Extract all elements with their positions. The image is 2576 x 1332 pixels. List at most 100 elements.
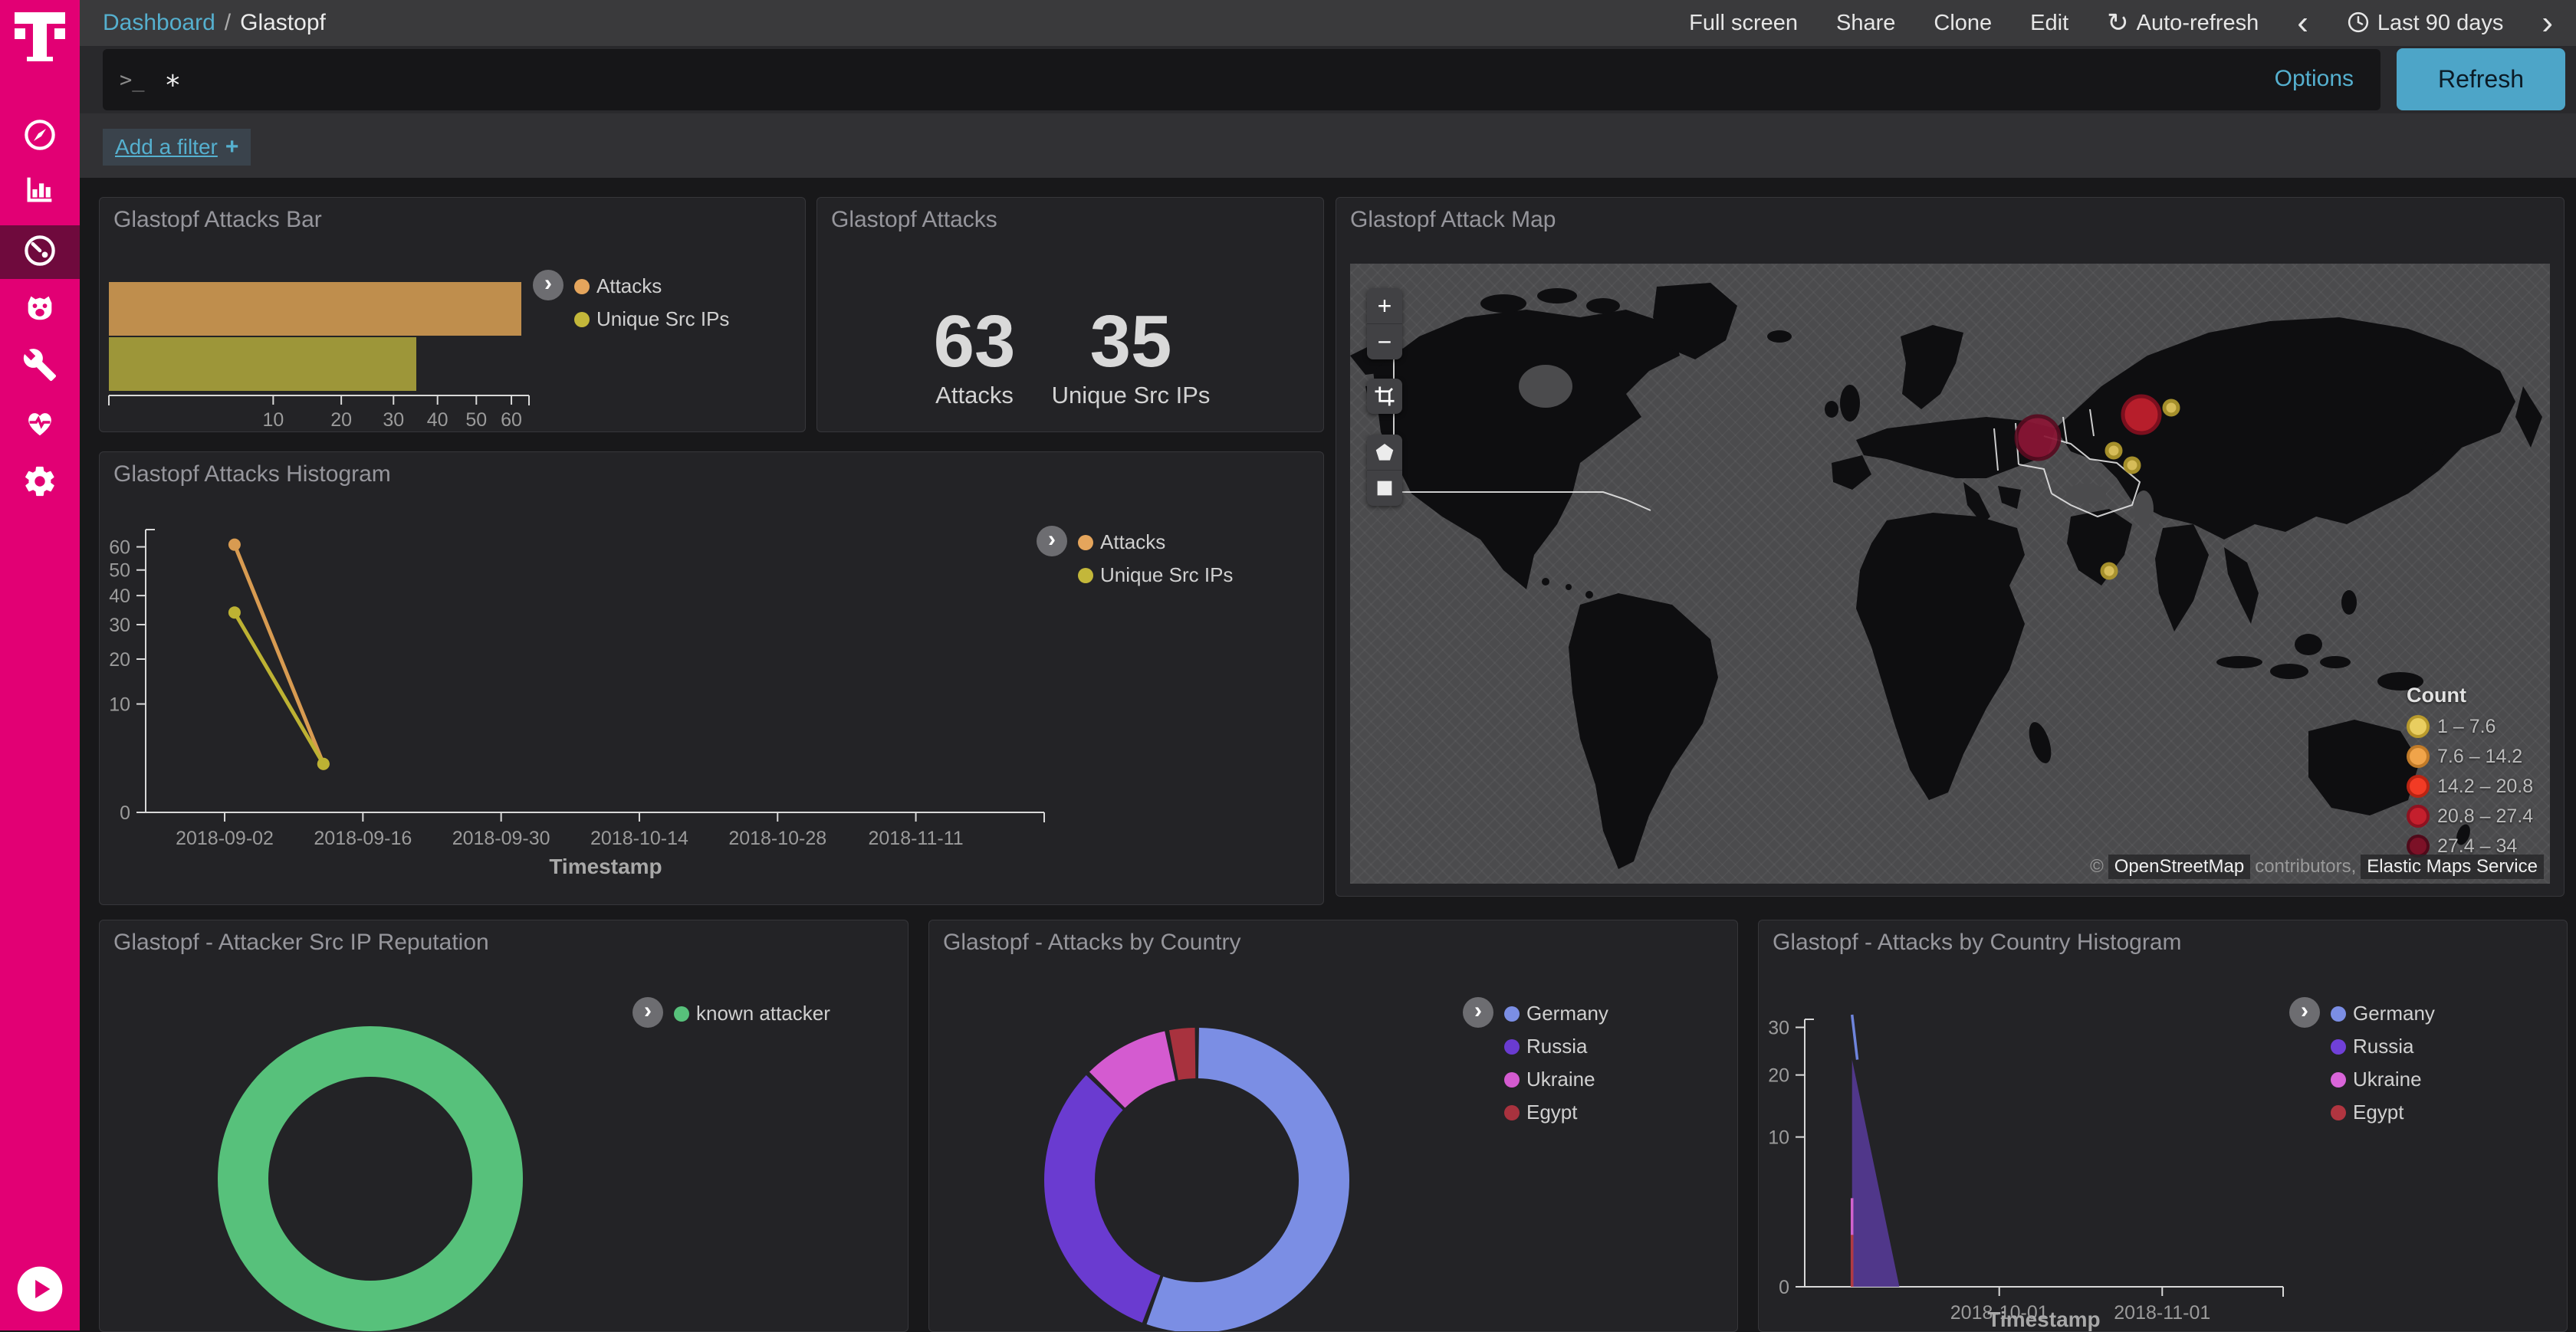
svg-text:40: 40 [427,409,449,431]
legend-item-egypt[interactable]: Egypt [1504,1101,1608,1124]
sidebar-item-timelion[interactable] [0,282,80,336]
svg-text:50: 50 [465,409,487,431]
map-zoom-controls: + − [1367,288,1402,359]
map-legend-dot [2407,805,2430,828]
svg-text:0: 0 [1779,1277,1789,1298]
country-donut-chart[interactable] [929,920,1737,1331]
query-prompt-icon: >_ [120,68,145,92]
legend-expand-chevron-icon[interactable]: › [632,997,663,1028]
legend-label: Ukraine [1526,1068,1595,1091]
svg-text:2018-11-01: 2018-11-01 [2114,1302,2210,1324]
sidebar-item-dashboard[interactable] [0,225,80,279]
legend-item-attacks[interactable]: Attacks [1078,530,1233,554]
breadcrumb-dashboard-link[interactable]: Dashboard [103,10,215,36]
polygon-icon[interactable] [1367,435,1402,470]
sidebar-item-management[interactable] [0,456,80,510]
time-forward-button[interactable]: › [2542,11,2553,34]
query-options-link[interactable]: Options [2275,66,2354,92]
legend-color-dot [1504,1072,1520,1088]
legend-item-germany[interactable]: Germany [1504,1002,1608,1025]
svg-text:20: 20 [1768,1065,1789,1087]
svg-text:2018-09-16: 2018-09-16 [314,828,412,849]
filter-bar: Add a filter + [80,113,2576,178]
svg-text:50: 50 [109,560,130,582]
crop-icon[interactable] [1367,379,1402,414]
query-bar: >_ * Options Refresh [80,46,2576,113]
openstreetmap-link[interactable]: OpenStreetMap [2108,855,2250,879]
metric-attacks: 63Attacks [934,305,1016,409]
legend-expand-chevron-icon[interactable]: › [533,270,564,300]
compass-icon [22,117,58,156]
legend-item-russia[interactable]: Russia [2331,1035,2435,1058]
telekom-t-logo [15,12,65,66]
search-input[interactable]: >_ * [103,49,2380,110]
sidebar-item-visualize[interactable] [0,164,80,218]
rectangle-icon[interactable] [1367,470,1402,506]
add-filter-button[interactable]: Add a filter + [103,129,251,166]
svg-text:40: 40 [109,586,130,607]
svg-text:60: 60 [109,537,130,559]
sidebar-item-monitoring[interactable] [0,397,80,451]
sidebar-item-discover[interactable] [0,110,80,163]
legend-expand-chevron-icon[interactable]: › [1463,997,1493,1028]
legend-item-known-attacker[interactable]: known attacker [674,1002,830,1025]
world-map[interactable]: + − Count 1 – 7.67.6 – 14.214.2 – 20.820… [1350,264,2550,884]
time-range-picker[interactable]: Last 90 days [2347,11,2503,36]
zoom-in-button[interactable]: + [1367,288,1402,323]
edit-button[interactable]: Edit [2030,11,2068,36]
legend-color-dot [1504,1105,1520,1120]
legend-color-dot [2331,1105,2346,1120]
legend-item-ukraine[interactable]: Ukraine [2331,1068,2435,1091]
legend-item-germany[interactable]: Germany [2331,1002,2435,1025]
map-legend-dot [2407,775,2430,798]
legend-label: Germany [2353,1002,2435,1025]
attacks-line-chart[interactable]: 01020304050602018-09-022018-09-162018-09… [100,452,1323,904]
map-legend-range: 20.8 – 27.4 [2407,805,2533,828]
map-legend-range: 14.2 – 20.8 [2407,775,2533,798]
breadcrumb-current: Glastopf [240,10,326,36]
elastic-maps-service-link[interactable]: Elastic Maps Service [2361,855,2544,879]
svg-text:30: 30 [383,409,404,431]
svg-text:2018-09-30: 2018-09-30 [452,828,550,849]
legend-label: Ukraine [2353,1068,2422,1091]
svg-text:Timestamp: Timestamp [1987,1307,2100,1331]
panel-title: Glastopf Attacks [831,207,997,233]
time-back-button[interactable]: ‹ [2297,11,2308,34]
sidebar-expand-button[interactable] [15,1265,64,1314]
legend-color-dot [2331,1006,2346,1022]
reputation-donut-chart[interactable] [100,920,908,1331]
legend-item-unique-src-ips[interactable]: Unique Src IPs [1078,563,1233,587]
full-screen-button[interactable]: Full screen [1689,11,1798,36]
svg-text:2018-11-11: 2018-11-11 [868,828,963,849]
plus-icon: + [225,134,239,160]
clone-button[interactable]: Clone [1934,11,1992,36]
auto-refresh-button[interactable]: ↻ Auto-refresh [2107,8,2259,38]
country-area-chart[interactable]: 01020302018-10-012018-11-01Timestamp [1759,920,2567,1331]
legend-item-russia[interactable]: Russia [1504,1035,1608,1058]
legend-item-unique-src-ips[interactable]: Unique Src IPs [574,307,729,331]
metric-label: Attacks [934,382,1016,409]
legend-color-dot [574,312,590,327]
map-legend-range-label: 1 – 7.6 [2437,716,2496,738]
legend-color-dot [574,279,590,294]
map-count-legend: Count 1 – 7.67.6 – 14.214.2 – 20.820.8 –… [2407,684,2533,864]
panel-attacks-histogram: Glastopf Attacks Histogram 0102030405060… [99,451,1324,905]
map-crop-control [1367,379,1402,414]
refresh-button[interactable]: Refresh [2397,48,2565,110]
sidebar-item-dev-tools[interactable] [0,340,80,393]
legend-item-egypt[interactable]: Egypt [2331,1101,2435,1124]
svg-text:Timestamp: Timestamp [549,855,662,878]
svg-text:2018-10-14: 2018-10-14 [590,828,688,849]
breadcrumb: Dashboard / Glastopf [103,10,326,36]
legend-item-ukraine[interactable]: Ukraine [1504,1068,1608,1091]
legend-label: Egypt [1526,1101,1578,1124]
share-button[interactable]: Share [1836,11,1895,36]
legend: ›known attacker [632,1002,830,1028]
circular-arrow-icon: ↻ [2107,8,2129,38]
legend-item-attacks[interactable]: Attacks [574,274,729,298]
zoom-out-button[interactable]: − [1367,323,1402,359]
map-legend-title: Count [2407,684,2533,707]
legend-expand-chevron-icon[interactable]: › [1037,526,1067,556]
legend-expand-chevron-icon[interactable]: › [2289,997,2320,1028]
panel-title: Glastopf Attack Map [1350,207,1556,233]
